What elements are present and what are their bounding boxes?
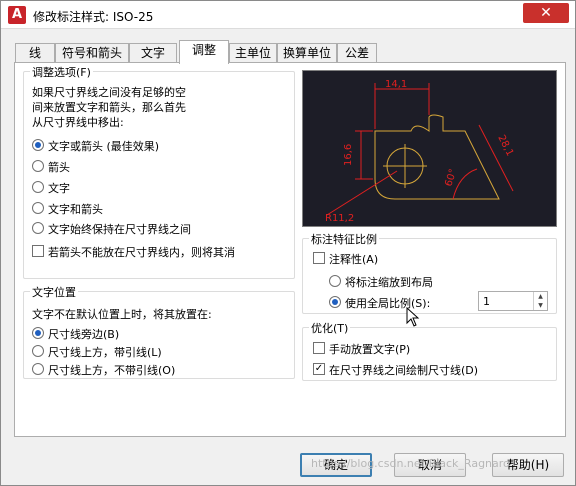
preview-label-right: 28,1 [495,133,515,158]
autocad-logo-icon: A [8,6,26,24]
tab-line[interactable]: 线 [15,43,55,63]
radio-text-or-arrows[interactable] [32,139,44,151]
draw-dim-line-checkbox[interactable]: ✓ [313,363,325,375]
radio-text-and-arrows-label: 文字和箭头 [48,203,103,216]
preview-label-left: 16,6 [343,144,354,166]
window-title: 修改标注样式: ISO-25 [33,10,154,24]
spinner-buttons: ▲ ▼ [533,292,547,310]
scale-group: 标注特征比例 注释性(A) 将标注缩放到布局 使用全局比例(S): 1 ▲ ▼ [302,231,557,314]
radio-beside-dim-line[interactable] [32,327,44,339]
mouse-cursor-icon [406,307,420,327]
text-placement-title: 文字位置 [30,284,78,300]
radio-over-without-leader[interactable] [32,363,44,375]
fit-options-title: 调整选项(F) [30,64,93,80]
text-placement-group: 文字位置 文字不在默认位置上时，将其放置在: 尺寸线旁边(B) 尺寸线上方，带引… [23,284,295,379]
tab-text[interactable]: 文字 [129,43,177,63]
radio-always-keep-text[interactable] [32,222,44,234]
fine-tuning-title: 优化(T) [309,320,351,336]
manual-place-text-label: 手动放置文字(P) [329,343,411,356]
scale-title: 标注特征比例 [309,231,379,247]
annotative-checkbox[interactable] [313,252,325,264]
draw-dim-line-label: 在尺寸界线之间绘制尺寸线(D) [329,364,479,377]
text-placement-description: 文字不在默认位置上时，将其放置在: [32,308,212,321]
dim-radius [326,170,398,216]
spin-down-icon[interactable]: ▼ [534,301,547,310]
radio-over-with-leader[interactable] [32,345,44,357]
tab-tolerances[interactable]: 公差 [337,43,377,63]
suppress-arrows-checkbox[interactable] [32,245,44,257]
radio-text-and-arrows[interactable] [32,202,44,214]
radio-beside-dim-line-label: 尺寸线旁边(B) [48,328,120,341]
suppress-arrows-label: 若箭头不能放在尺寸界线内，则将其消 [48,246,235,259]
radio-scale-to-layout-label: 将标注缩放到布局 [345,276,433,289]
radio-always-keep-text-label: 文字始终保持在尺寸界线之间 [48,223,191,236]
fit-description-line-1: 如果尺寸界线之间没有足够的空 [32,86,186,99]
tab-symbols-arrows[interactable]: 符号和箭头 [55,43,129,63]
radio-text-label: 文字 [48,182,70,195]
radio-arrows-label: 箭头 [48,161,70,174]
preview-label-radius: R11,2 [325,213,354,224]
fit-description-line-3: 从尺寸界线中移出: [32,116,124,129]
radio-text[interactable] [32,181,44,193]
radio-scale-to-layout[interactable] [329,275,341,287]
title-bar: A 修改标注样式: ISO-25 ✕ [1,1,575,29]
preview-panel: 14,1 16,6 28,1 60° R11,2 [302,70,557,227]
fit-description-line-2: 间来放置文字和箭头，那么首先 [32,101,186,114]
radio-over-without-leader-label: 尺寸线上方，不带引线(O) [48,364,176,377]
radio-arrows[interactable] [32,160,44,172]
global-scale-value: 1 [483,295,490,308]
fit-options-group: 调整选项(F) 如果尺寸界线之间没有足够的空 间来放置文字和箭头，那么首先 从尺… [23,64,295,279]
annotative-label: 注释性(A) [329,253,379,266]
preview-drawing: 14,1 16,6 28,1 60° R11,2 [325,79,515,224]
radio-text-or-arrows-label: 文字或箭头 (最佳效果) [48,140,160,153]
watermark: https://blog.csdn.net/Black_Ragnaro [311,457,510,470]
dim-right [478,124,514,192]
dialog-window: A 修改标注样式: ISO-25 ✕ 线 符号和箭头 文字 调整 主单位 换算单… [0,0,576,486]
tab-alternate-units[interactable]: 换算单位 [277,43,337,63]
manual-place-text-checkbox[interactable] [313,342,325,354]
preview-label-angle: 60° [443,168,459,188]
fine-tuning-group: 优化(T) 手动放置文字(P) ✓ 在尺寸界线之间绘制尺寸线(D) [302,320,557,381]
preview-label-top: 14,1 [385,79,407,90]
radio-global-scale[interactable] [329,296,341,308]
tab-primary-units[interactable]: 主单位 [229,43,277,63]
tab-fit[interactable]: 调整 [179,40,229,64]
global-scale-spinner[interactable]: 1 ▲ ▼ [478,291,548,311]
spin-up-icon[interactable]: ▲ [534,292,547,301]
close-button[interactable]: ✕ [523,3,569,23]
radio-over-with-leader-label: 尺寸线上方，带引线(L) [48,346,162,359]
